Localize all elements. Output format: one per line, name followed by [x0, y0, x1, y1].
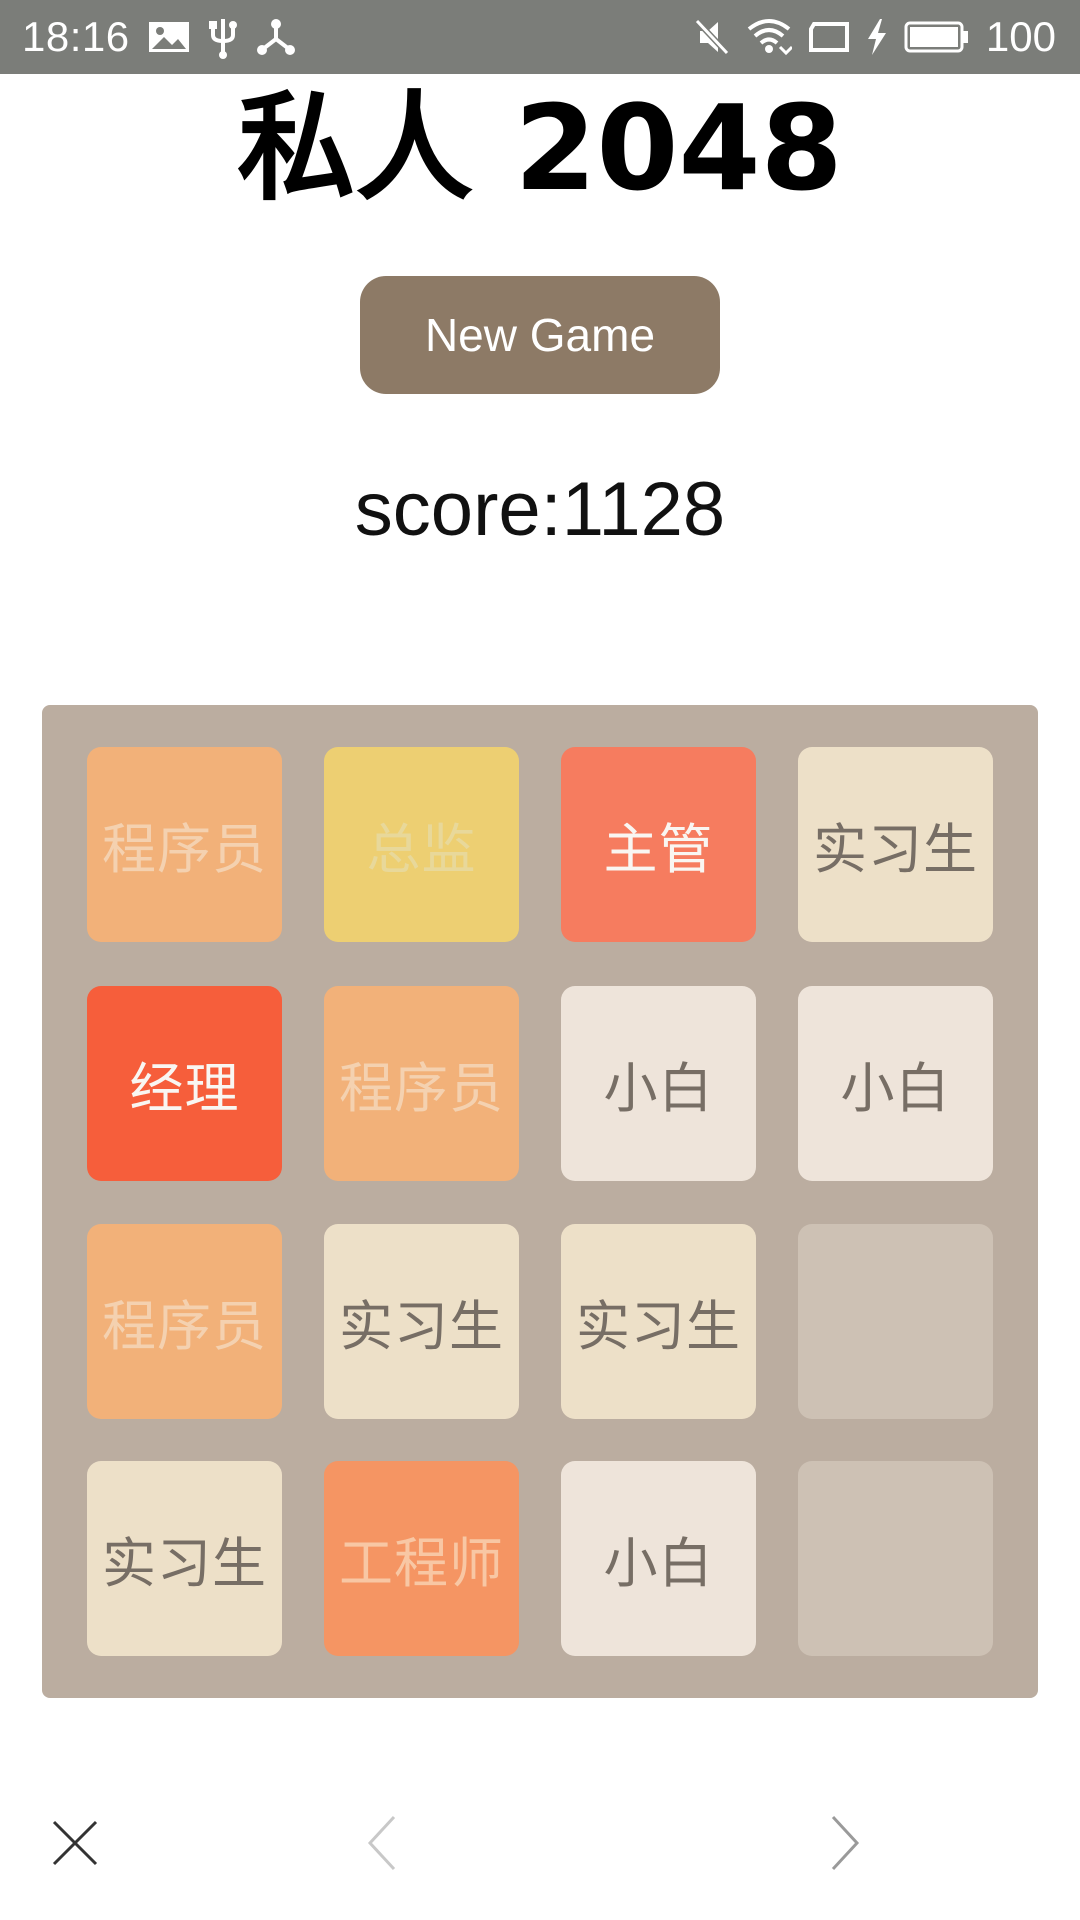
mute-icon [694, 17, 730, 57]
tile: 程序员 [87, 1224, 282, 1419]
image-icon [148, 21, 190, 53]
tile: 实习生 [561, 1224, 756, 1419]
screen-cast-icon [808, 21, 850, 53]
tile: 程序员 [324, 986, 519, 1181]
empty-tile [798, 1224, 993, 1419]
tile: 小白 [561, 1461, 756, 1656]
forward-icon [827, 1813, 863, 1877]
bottom-nav [0, 1790, 1080, 1900]
share-node-icon [256, 17, 296, 57]
wifi-icon [746, 17, 792, 57]
tile: 小白 [798, 986, 993, 1181]
tile: 实习生 [798, 747, 993, 942]
game-board[interactable]: 程序员 总监 主管 实习生 经理 程序员 小白 小白 程序员 实习生 实习生 实… [42, 705, 1038, 1698]
tile: 经理 [87, 986, 282, 1181]
tile: 程序员 [87, 747, 282, 942]
status-bar: 18:16 100 [0, 0, 1080, 74]
tile: 主管 [561, 747, 756, 942]
close-icon [50, 1818, 100, 1872]
status-right: 100 [694, 0, 1056, 74]
empty-tile [798, 1461, 993, 1656]
back-icon [364, 1813, 400, 1877]
usb-icon [208, 15, 238, 59]
back-button[interactable] [327, 1790, 437, 1900]
tile: 总监 [324, 747, 519, 942]
tile: 小白 [561, 986, 756, 1181]
page-title: 私人 2048 [237, 79, 843, 217]
score-display: score:1128 [354, 467, 726, 552]
new-game-button[interactable]: New Game [360, 276, 720, 394]
status-left: 18:16 [22, 0, 296, 74]
battery-level: 100 [985, 13, 1056, 60]
forward-button[interactable] [790, 1790, 900, 1900]
tile: 工程师 [324, 1461, 519, 1656]
tile: 实习生 [324, 1224, 519, 1419]
battery-icon [904, 20, 970, 54]
status-time: 18:16 [22, 13, 130, 60]
charging-icon [866, 17, 888, 57]
close-button[interactable] [20, 1790, 130, 1900]
tile: 实习生 [87, 1461, 282, 1656]
